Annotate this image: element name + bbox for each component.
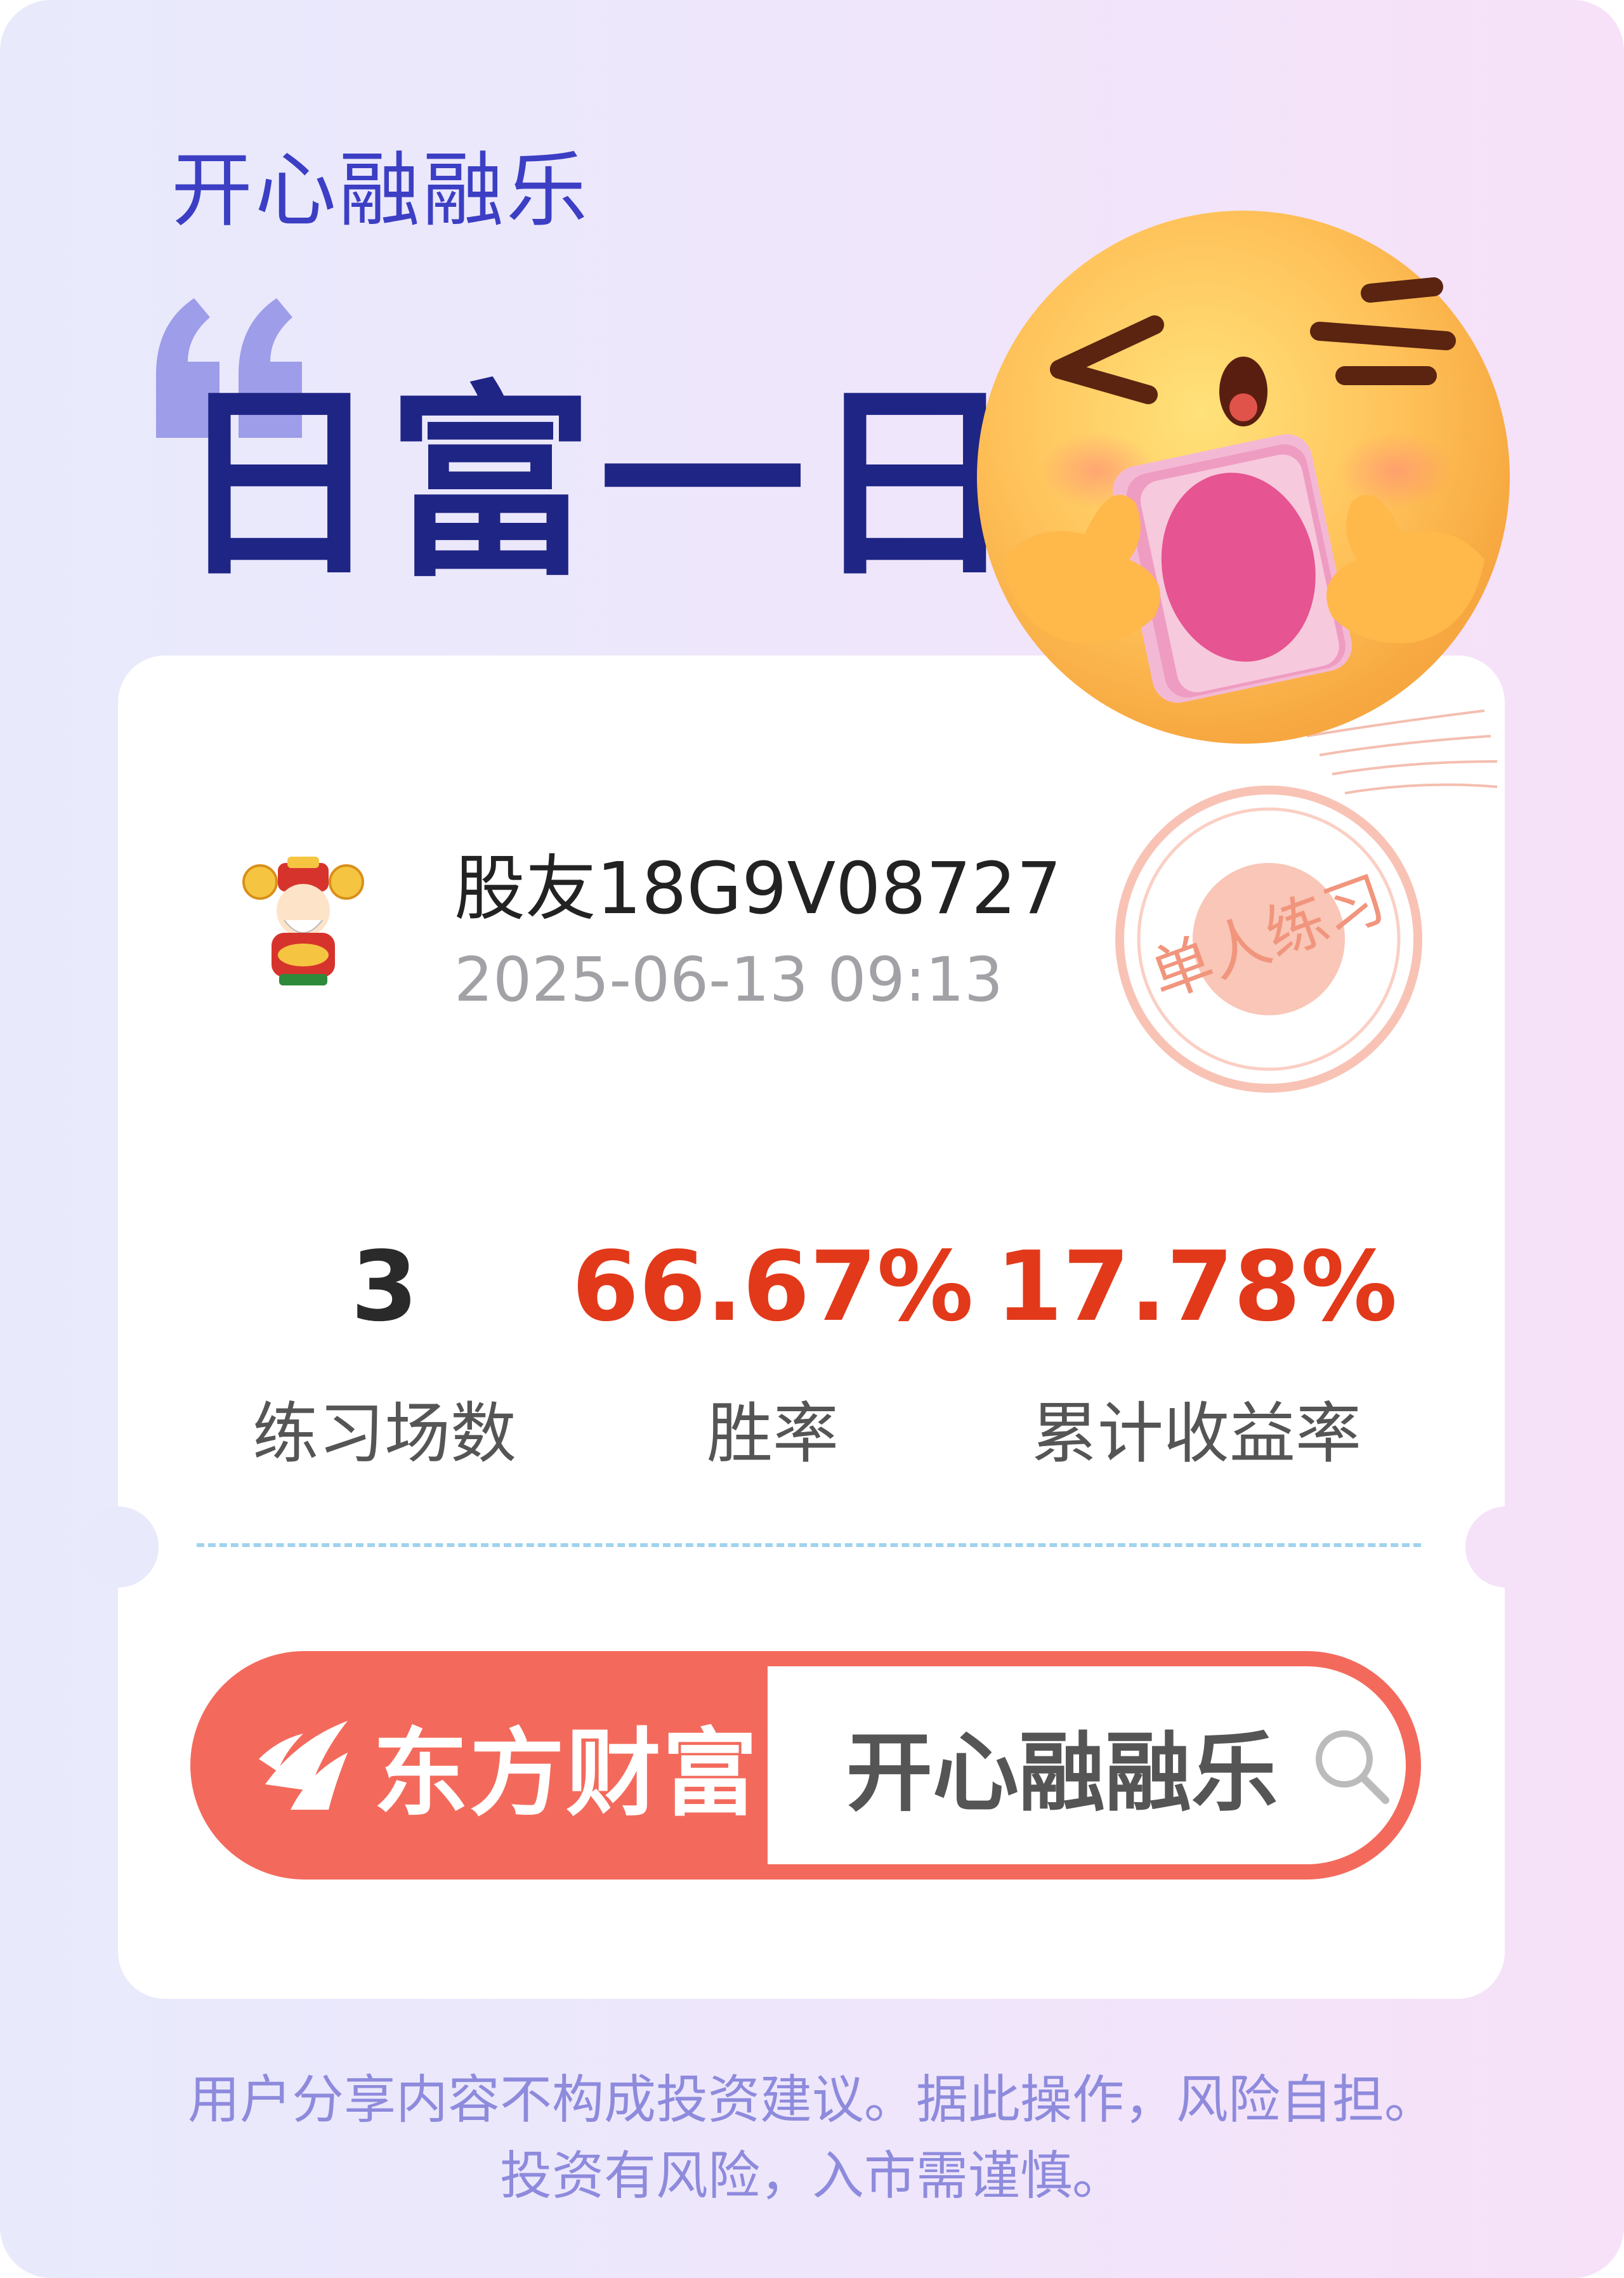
stat-value: 17.78% (995, 1230, 1398, 1343)
dashed-divider (197, 1543, 1421, 1547)
search-box[interactable]: 开心融融乐 (768, 1666, 1406, 1864)
stat-win-rate: 66.67% 胜率 (544, 1239, 1001, 1475)
app-title: 开心融融乐 (171, 143, 591, 238)
headline: 日富一日 (175, 364, 1023, 605)
search-icon[interactable] (1309, 1724, 1392, 1807)
disclaimer: 用户分享内容不构成投资建议。据此操作，风险自担。 投资有风险，入市需谨慎。 (0, 2062, 1624, 2215)
brand-name: 东方财富 (373, 1718, 759, 1829)
card-notch-right (1465, 1506, 1547, 1588)
stat-cumulative-return: 17.78% 累计收益率 (968, 1239, 1425, 1475)
share-card-page: 开心融融乐 日富一日 单人练习 股友18G9V08727 2025-06-13 … (0, 0, 1624, 2278)
stat-label: 胜率 (706, 1395, 839, 1472)
money-hug-emoji-icon (977, 211, 1510, 744)
stat-label: 累计收益率 (1031, 1395, 1361, 1472)
disclaimer-line-2: 投资有风险，入市需谨慎。 (499, 2146, 1124, 2206)
user-avatar (242, 857, 364, 985)
brand-section: 东方财富 (190, 1651, 768, 1880)
eastmoney-logo-icon (259, 1721, 348, 1810)
stat-value: 66.67% (572, 1230, 974, 1343)
disclaimer-line-1: 用户分享内容不构成投资建议。据此操作，风险自担。 (187, 2070, 1436, 2130)
username: 股友18G9V08727 (454, 848, 1062, 930)
search-text: 开心融融乐 (846, 1723, 1278, 1824)
card-notch-left (77, 1506, 159, 1588)
timestamp: 2025-06-13 09:13 (454, 944, 1004, 1015)
brand-search-bar[interactable]: 东方财富 开心融融乐 (190, 1651, 1421, 1880)
